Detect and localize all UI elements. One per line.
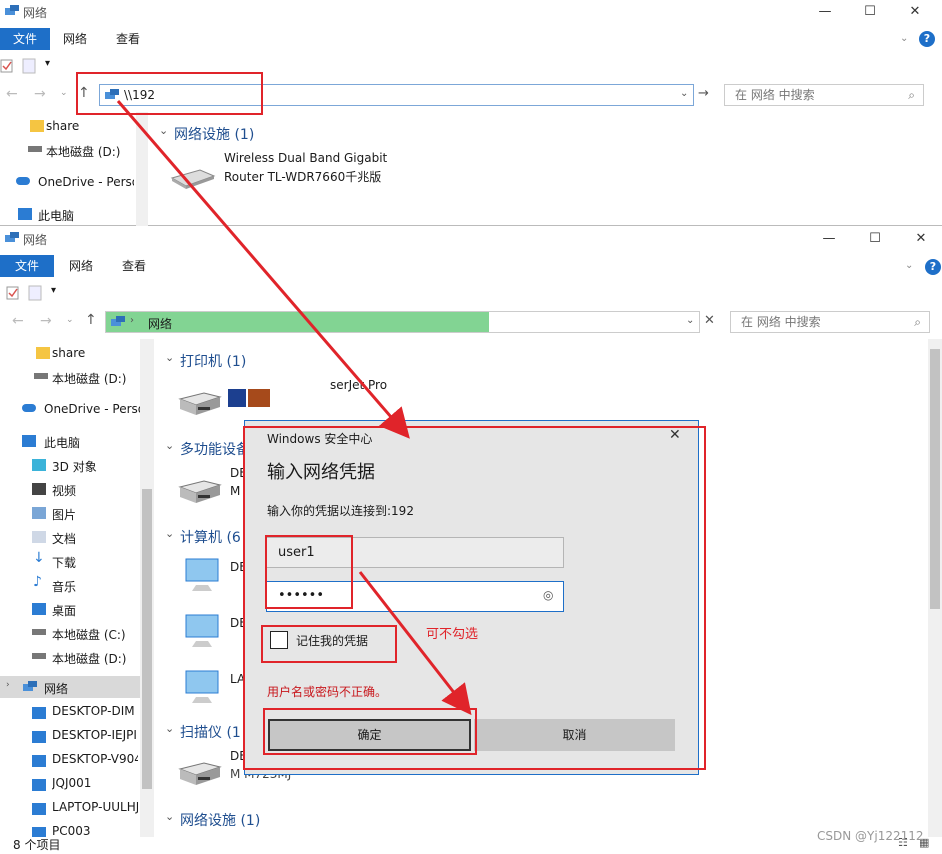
annotation-arrow-to-dialog [116,100,410,439]
annotation-arrows [116,100,472,716]
watermark: CSDN @Yj122112 [817,829,924,843]
annotation-arrow-to-ok [358,571,472,716]
